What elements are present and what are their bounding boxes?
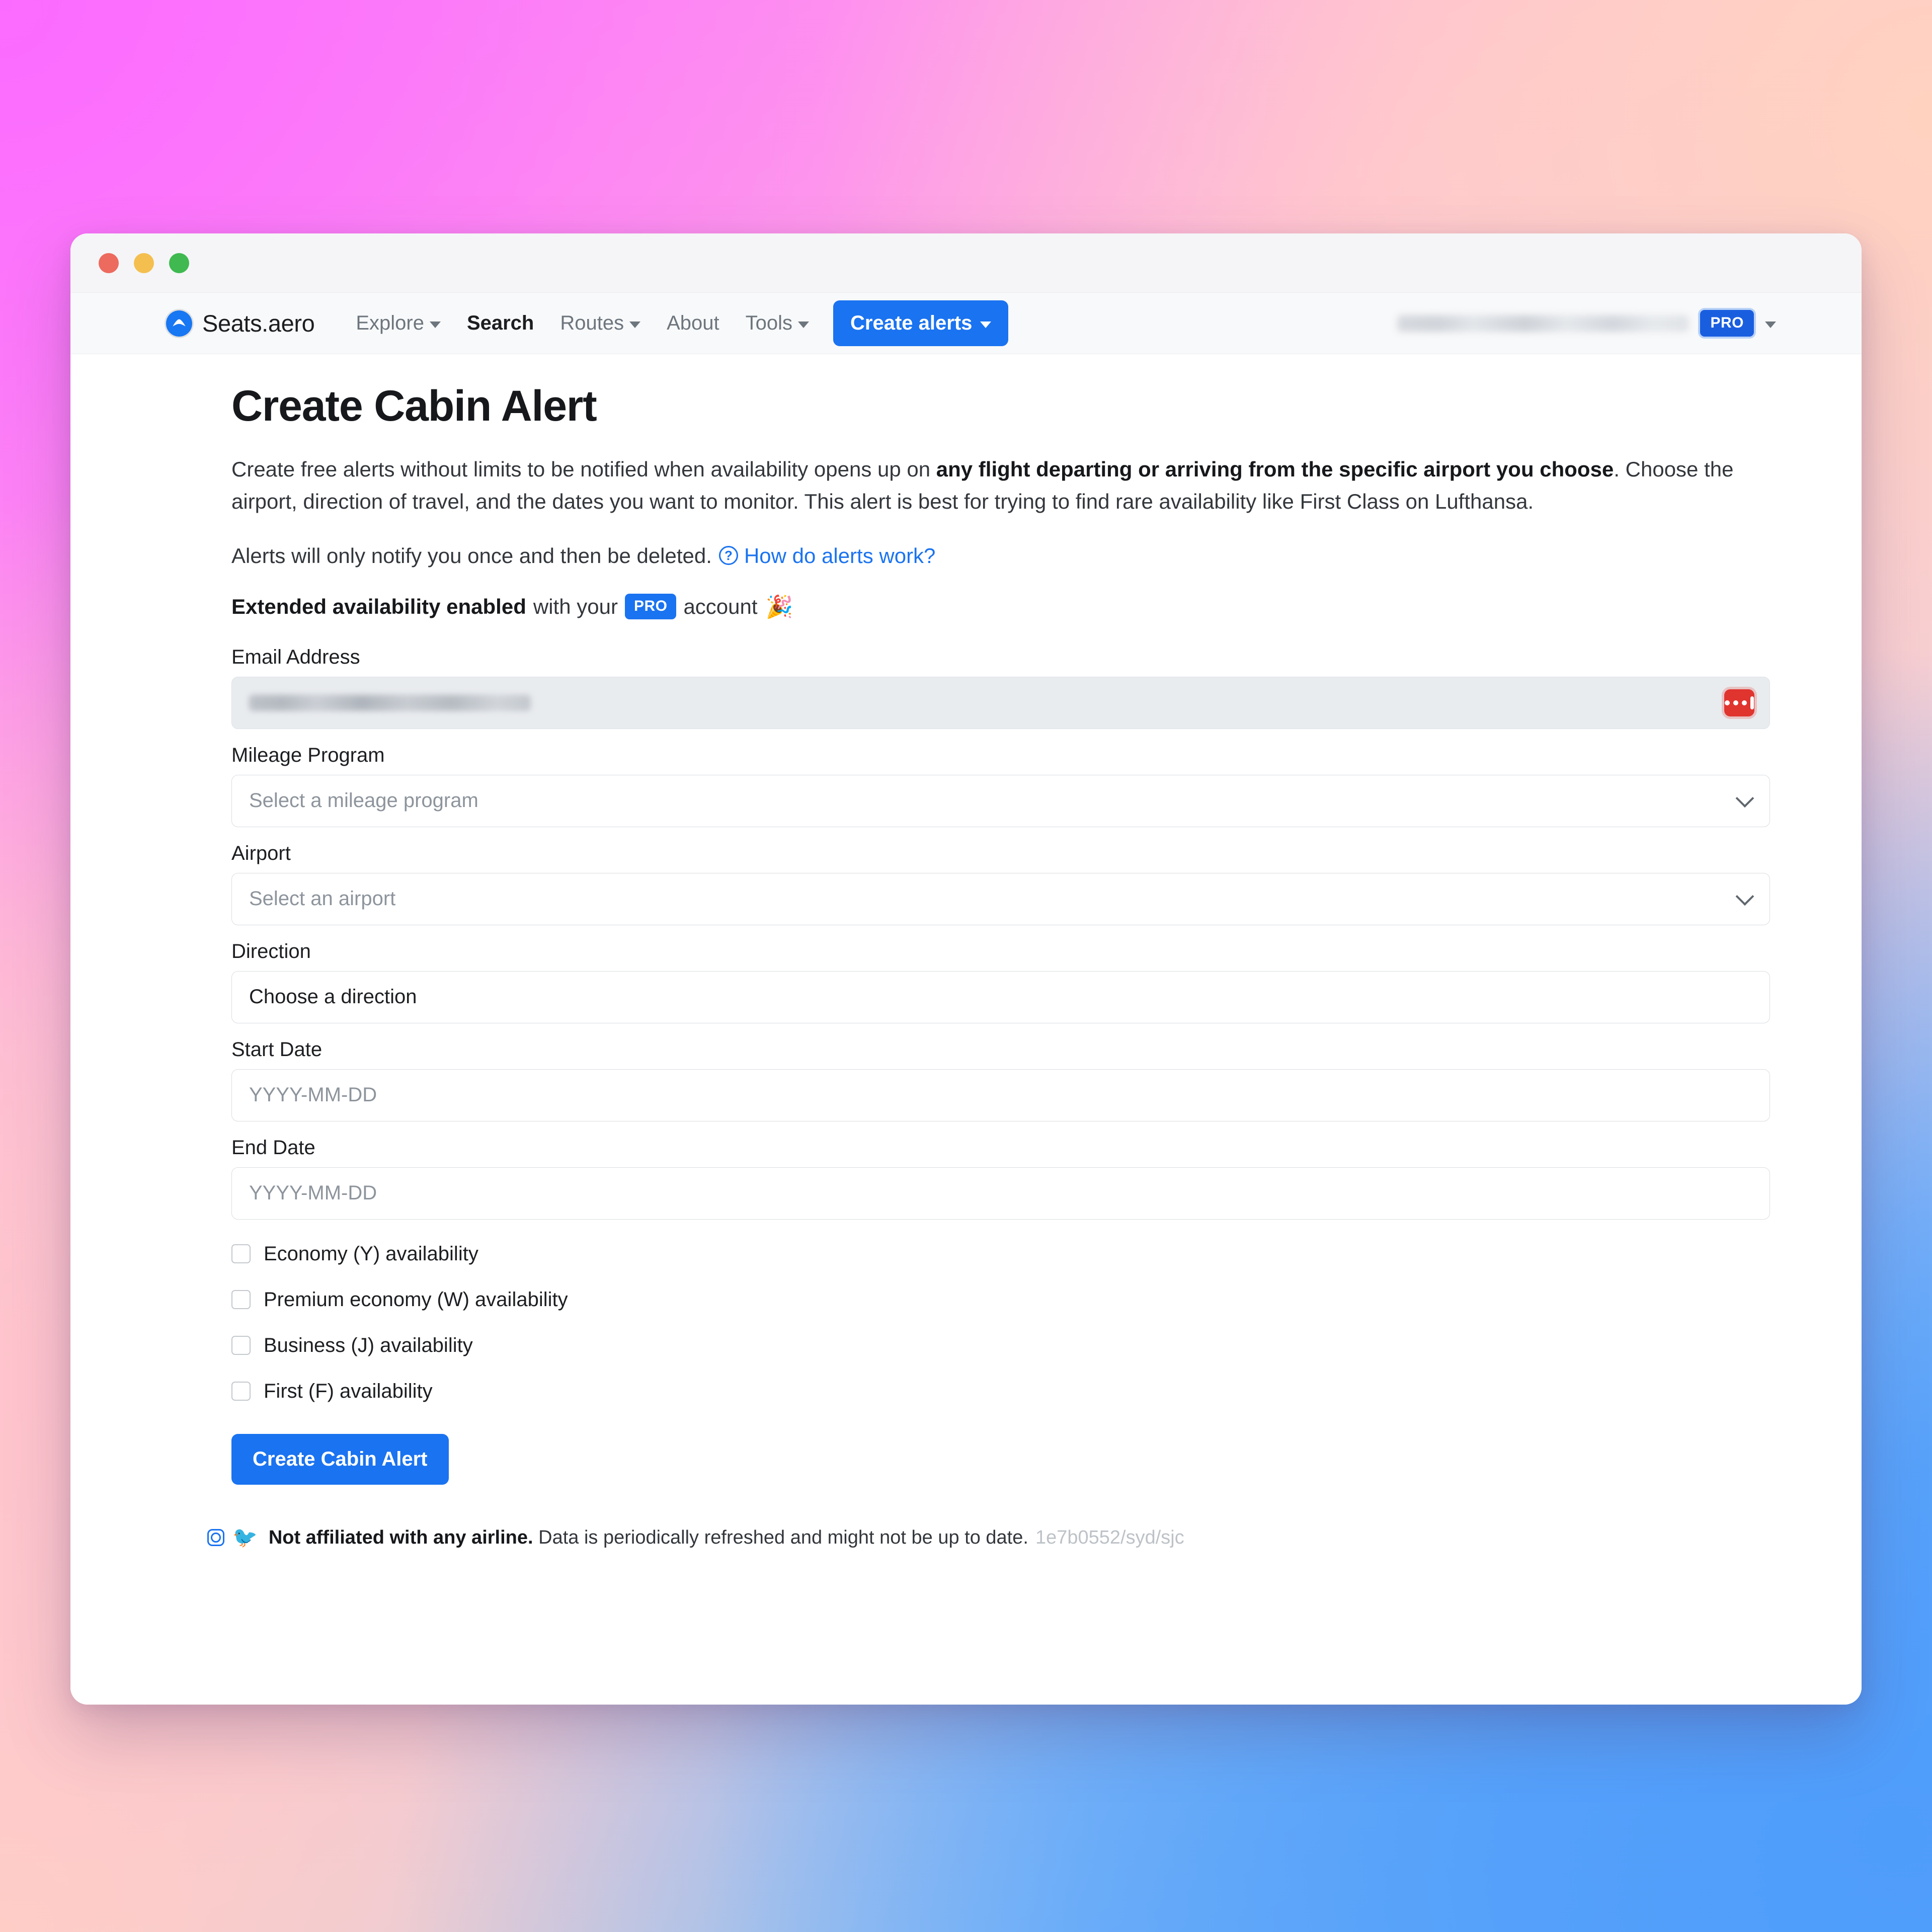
nav-item-search-label: Search (466, 312, 534, 334)
account-pro-badge: PRO (1700, 310, 1754, 337)
chevron-down-icon (629, 321, 641, 328)
checkbox-economy-box[interactable] (231, 1244, 251, 1264)
field-start-date: Start Date YYYY-MM-DD (231, 1038, 1770, 1121)
minimize-window-button[interactable] (134, 253, 154, 273)
alerts-note: Alerts will only notify you once and the… (231, 540, 1770, 572)
chevron-down-icon (798, 321, 810, 328)
extended-availability-note: Extended availability enabled with your … (231, 594, 1770, 620)
description-part-1: Create free alerts without limits to be … (231, 457, 936, 481)
field-end-date: End Date YYYY-MM-DD (231, 1137, 1770, 1220)
chevron-down-icon (429, 321, 441, 328)
mileage-program-select[interactable]: Select a mileage program (231, 774, 1770, 827)
footer-social-icons: 🐦 (207, 1527, 258, 1548)
extended-availability-tail: account (683, 594, 758, 618)
pw-dot (1733, 700, 1738, 705)
alerts-note-text: Alerts will only notify you once and the… (231, 543, 712, 568)
how-do-alerts-work-link[interactable]: How do alerts work? (744, 540, 935, 572)
party-popper-icon: 🎉 (765, 594, 793, 619)
airport-select[interactable]: Select an airport (231, 872, 1770, 925)
question-circle-icon: ? (718, 546, 738, 566)
footer-text: Data is periodically refreshed and might… (538, 1526, 1028, 1548)
instagram-icon[interactable] (207, 1529, 224, 1547)
create-alerts-button[interactable]: Create alerts (833, 300, 1009, 346)
nav-item-routes-label: Routes (560, 312, 624, 334)
checkbox-economy[interactable]: Economy (Y) availability (231, 1243, 1770, 1265)
mileage-program-label: Mileage Program (231, 744, 385, 766)
checkbox-premium-economy-box[interactable] (231, 1290, 251, 1310)
direction-value: Choose a direction (249, 986, 417, 1008)
seats-aero-logo-icon (166, 310, 192, 337)
end-date-placeholder: YYYY-MM-DD (249, 1182, 377, 1204)
mileage-program-placeholder: Select a mileage program (249, 789, 478, 812)
checkbox-business-box[interactable] (231, 1336, 251, 1355)
twitter-icon[interactable]: 🐦 (232, 1527, 258, 1548)
checkbox-first-label: First (F) availability (264, 1380, 433, 1402)
start-date-placeholder: YYYY-MM-DD (249, 1084, 377, 1106)
account-menu[interactable]: PRO (1397, 310, 1841, 337)
create-alerts-label: Create alerts (850, 312, 973, 334)
main-content: Create Cabin Alert Create free alerts wi… (70, 354, 1862, 1549)
pw-bar (1750, 696, 1754, 709)
site-navbar: Seats.aero Explore Search Routes About T… (70, 293, 1862, 354)
pw-dot (1742, 700, 1747, 705)
chevron-down-icon (1735, 789, 1754, 808)
site-footer: 🐦 Not affiliated with any airline. Data … (207, 1526, 1770, 1549)
nav-item-explore-label: Explore (356, 312, 424, 334)
window-titlebar (70, 233, 1862, 293)
start-date-label: Start Date (231, 1038, 323, 1061)
zoom-window-button[interactable] (169, 253, 189, 273)
checkbox-first-box[interactable] (231, 1382, 251, 1401)
brand-logo-link[interactable]: Seats.aero (166, 309, 315, 337)
nav-item-tools[interactable]: Tools (733, 312, 822, 335)
checkbox-business[interactable]: Business (J) availability (231, 1334, 1770, 1357)
create-cabin-alert-button[interactable]: Create Cabin Alert (231, 1433, 449, 1485)
close-window-button[interactable] (99, 253, 119, 273)
email-input[interactable] (231, 676, 1770, 729)
account-email-redacted (1397, 314, 1689, 332)
email-value-redacted (249, 694, 531, 711)
extended-availability-mid: with your (533, 594, 618, 618)
airport-label: Airport (231, 842, 291, 864)
nav-item-about-label: About (667, 312, 719, 334)
cabin-checkbox-group: Economy (Y) availability Premium economy… (231, 1243, 1770, 1403)
direction-select[interactable]: Choose a direction (231, 971, 1770, 1023)
start-date-input[interactable]: YYYY-MM-DD (231, 1069, 1770, 1121)
field-mileage-program: Mileage Program Select a mileage program (231, 744, 1770, 827)
email-label: Email Address (231, 646, 360, 668)
chevron-down-icon (1735, 887, 1754, 906)
description-bold: any flight departing or arriving from th… (936, 457, 1614, 481)
field-airport: Airport Select an airport (231, 842, 1770, 925)
checkbox-premium-economy[interactable]: Premium economy (W) availability (231, 1289, 1770, 1311)
field-direction: Direction Choose a direction (231, 940, 1770, 1023)
page-description: Create free alerts without limits to be … (231, 453, 1770, 518)
browser-window: Seats.aero Explore Search Routes About T… (70, 233, 1862, 1705)
password-manager-icon[interactable] (1724, 689, 1754, 716)
pro-badge-inline: PRO (624, 594, 677, 620)
nav-item-explore[interactable]: Explore (343, 312, 454, 335)
pw-dot (1725, 700, 1730, 705)
direction-label: Direction (231, 940, 311, 962)
brand-name: Seats.aero (202, 310, 315, 337)
chevron-down-icon (980, 321, 992, 328)
checkbox-economy-label: Economy (Y) availability (264, 1242, 478, 1265)
nav-item-tools-label: Tools (745, 312, 793, 334)
page-viewport: Seats.aero Explore Search Routes About T… (70, 293, 1862, 1705)
chevron-down-icon (1765, 321, 1776, 328)
end-date-input[interactable]: YYYY-MM-DD (231, 1167, 1770, 1220)
checkbox-business-label: Business (J) availability (264, 1334, 473, 1356)
end-date-label: End Date (231, 1136, 315, 1159)
airport-placeholder: Select an airport (249, 888, 396, 910)
footer-build-hash: 1e7b0552/syd/sjc (1035, 1526, 1184, 1548)
checkbox-first[interactable]: First (F) availability (231, 1380, 1770, 1403)
nav-item-search[interactable]: Search (454, 312, 547, 335)
extended-availability-bold: Extended availability enabled (231, 594, 526, 618)
page-title: Create Cabin Alert (231, 382, 597, 430)
checkbox-premium-economy-label: Premium economy (W) availability (264, 1288, 568, 1311)
field-email: Email Address (231, 646, 1770, 729)
footer-bold-text: Not affiliated with any airline. (268, 1526, 533, 1548)
nav-item-routes[interactable]: Routes (547, 312, 654, 335)
nav-item-about[interactable]: About (654, 312, 733, 335)
nav-links: Explore Search Routes About Tools Create… (343, 300, 1009, 346)
